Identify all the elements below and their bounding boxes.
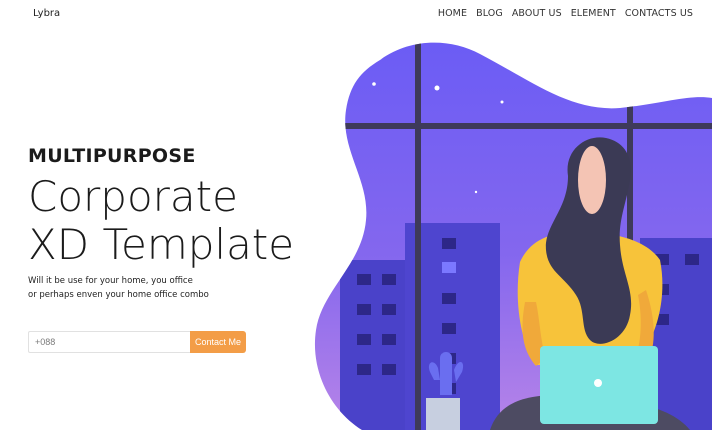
headline-line-1: Corporate	[28, 172, 238, 221]
brand-logo[interactable]: Lybra	[33, 8, 60, 19]
hero-illustration	[314, 42, 712, 430]
contact-form: Contact Me	[28, 331, 246, 353]
nav-link-about-us[interactable]: ABOUT US	[512, 8, 562, 19]
nav-link-element[interactable]: ELEMENT	[571, 8, 616, 19]
hero-text-block: MULTIPURPOSE Corporate XD Template Will …	[28, 145, 294, 302]
main-menu: HOME BLOG ABOUT US ELEMENT CONTACTS US	[438, 8, 693, 19]
laptop-icon	[540, 346, 658, 424]
nav-link-contacts-us[interactable]: CONTACTS US	[625, 8, 693, 19]
star	[474, 190, 478, 194]
headline-line-2: XD Template	[28, 220, 295, 269]
building	[340, 260, 410, 430]
star	[372, 82, 376, 86]
hero-eyebrow: MULTIPURPOSE	[28, 145, 196, 167]
contact-me-button[interactable]: Contact Me	[190, 331, 246, 353]
description-line-2: or perhaps enven your home office combo	[28, 290, 209, 300]
top-navbar: Lybra HOME BLOG ABOUT US ELEMENT CONTACT…	[0, 0, 712, 28]
nav-link-blog[interactable]: BLOG	[476, 8, 503, 19]
description-line-1: Will it be use for your home, you office	[28, 276, 193, 286]
nav-link-home[interactable]: HOME	[438, 8, 467, 19]
phone-input[interactable]	[28, 331, 190, 353]
star	[500, 100, 504, 104]
hero-description: Will it be use for your home, you office…	[28, 274, 228, 302]
hero-headline: Corporate XD Template	[28, 173, 294, 269]
star	[434, 85, 440, 91]
